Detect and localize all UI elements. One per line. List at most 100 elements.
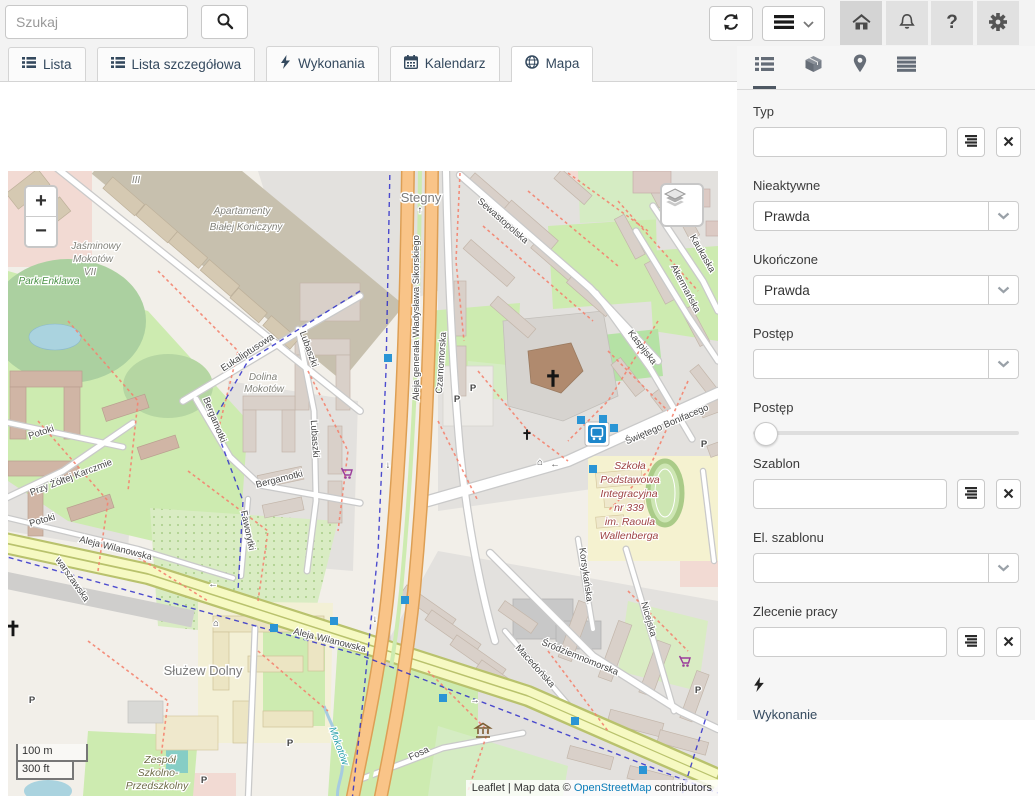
typ-clear-button[interactable] (996, 127, 1021, 157)
application-window: ? Lista Lista szczegółowa Wykonania (0, 0, 1035, 720)
field-ukonczone: Ukończone Prawda (753, 252, 1019, 305)
bell-button[interactable] (886, 1, 928, 45)
tab-content-panel: ⌂⌂PPPPPPP↑↓←←→↓↑ StegnySłużew DolnyIIIAp… (0, 83, 737, 720)
sidebar-tab-details[interactable] (895, 46, 918, 89)
svg-text:Szkoła: Szkoła (614, 460, 646, 472)
field-label: Nieaktywne (753, 178, 1019, 193)
sidebar-tab-package[interactable] (802, 46, 825, 89)
svg-text:Białej Koniczyny: Białej Koniczyny (210, 222, 284, 233)
svg-text:P: P (470, 383, 477, 394)
refresh-button[interactable] (709, 6, 753, 41)
list-icon (22, 56, 36, 72)
zoom-out-button[interactable]: − (26, 217, 56, 246)
lookup-list-icon (964, 487, 978, 502)
szablon-input[interactable] (753, 479, 947, 509)
select-value: Prawda (764, 209, 810, 224)
chevron-down-icon (988, 554, 1018, 582)
filter-sidebar: Typ Nieaktywne Prawda Ukończone Prawda (737, 46, 1035, 720)
search-input[interactable] (5, 5, 188, 39)
szablon-lookup-button[interactable] (957, 479, 985, 509)
map-graphics: ⌂⌂PPPPPPP↑↓←←→↓↑ StegnySłużew DolnyIIIAp… (8, 171, 718, 796)
zlecenie-pracy-lookup-button[interactable] (957, 627, 985, 657)
svg-text:P: P (454, 394, 461, 405)
typ-lookup-button[interactable] (957, 127, 985, 157)
sidebar-tabs (737, 46, 1035, 90)
zlecenie-pracy-input[interactable] (753, 627, 947, 657)
search-button[interactable] (201, 5, 248, 39)
tab-lista[interactable]: Lista (8, 47, 86, 81)
svg-text:P: P (701, 439, 708, 450)
chevron-down-icon (988, 202, 1018, 230)
tab-lista-szczegolowa[interactable]: Lista szczegółowa (97, 47, 256, 81)
field-el-szablonu: El. szablonu (753, 530, 1019, 583)
field-label: Ukończone (753, 252, 1019, 267)
lightning-icon (280, 55, 291, 72)
svg-text:⌂: ⌂ (213, 618, 219, 629)
postep-slider-handle[interactable] (754, 422, 778, 446)
map-canvas[interactable]: ⌂⌂PPPPPPP↑↓←←→↓↑ StegnySłużew DolnyIIIAp… (8, 171, 718, 796)
svg-text:⌂: ⌂ (537, 457, 543, 468)
field-postep-slider: Postęp (753, 400, 1019, 435)
scale-control: 100 m 300 ft (16, 744, 88, 780)
sidebar-tab-list[interactable] (753, 46, 776, 89)
field-label: Szablon (753, 456, 1019, 471)
svg-text:↑: ↑ (418, 205, 423, 216)
openstreetmap-link[interactable]: OpenStreetMap (574, 782, 652, 794)
scale-imperial: 300 ft (16, 762, 74, 780)
ukonczone-select[interactable]: Prawda (753, 275, 1019, 305)
svg-text:→: → (470, 695, 480, 706)
postep-slider-track[interactable] (753, 431, 1019, 435)
home-button[interactable] (840, 1, 882, 45)
chevron-down-icon (988, 276, 1018, 304)
tab-label: Lista (43, 57, 72, 72)
svg-text:P: P (695, 685, 702, 696)
lookup-list-icon (964, 135, 978, 150)
field-zlecenie-pracy: Zlecenie pracy (753, 604, 1019, 657)
svg-text:Podstawowa: Podstawowa (600, 474, 660, 486)
nieaktywne-select[interactable]: Prawda (753, 201, 1019, 231)
el-szablonu-select[interactable] (753, 553, 1019, 583)
scale-metric: 100 m (16, 744, 88, 762)
svg-text:nr 339: nr 339 (614, 502, 644, 514)
tab-label: Kalendarz (425, 56, 486, 71)
field-postep-select: Postęp (753, 326, 1019, 379)
main-menu-button[interactable] (762, 6, 825, 41)
typ-input[interactable] (753, 127, 947, 157)
chevron-down-icon (988, 350, 1018, 378)
field-label: Zlecenie pracy (753, 604, 1019, 619)
help-button[interactable]: ? (931, 1, 973, 45)
list-icon (111, 56, 125, 72)
svg-text:Mokotów: Mokotów (73, 254, 114, 265)
chevron-down-icon (803, 16, 814, 31)
szablon-clear-button[interactable] (996, 479, 1021, 509)
svg-text:Szkolno-: Szkolno- (138, 767, 179, 779)
settings-button[interactable] (977, 1, 1019, 45)
tab-label: Wykonania (298, 56, 365, 71)
svg-text:Przedszkolny: Przedszkolny (126, 780, 189, 792)
svg-text:P: P (287, 738, 294, 749)
rows-icon (897, 56, 916, 77)
svg-text:VII: VII (84, 267, 96, 278)
zoom-in-button[interactable]: + (26, 187, 56, 217)
svg-text:Służew Dolny: Służew Dolny (164, 663, 243, 678)
field-label: Postęp (753, 326, 1019, 341)
hamburger-menu-icon (774, 14, 794, 33)
svg-text:←: ← (208, 579, 218, 590)
sidebar-tab-location[interactable] (851, 46, 869, 89)
map-attribution: Leaflet | Map data © OpenStreetMap contr… (466, 780, 718, 796)
gear-icon (988, 12, 1008, 35)
field-typ: Typ (753, 104, 1019, 157)
field-label: Postęp (753, 400, 1019, 415)
postep-select[interactable] (753, 349, 1019, 379)
svg-text:Park Enklawa: Park Enklawa (18, 276, 80, 287)
zlecenie-pracy-clear-button[interactable] (996, 627, 1021, 657)
lookup-list-icon (964, 635, 978, 650)
layers-control[interactable] (660, 183, 704, 227)
attribution-text: Leaflet | Map data © (472, 782, 574, 794)
section-wykonanie: Wykonanie (753, 677, 1019, 722)
tab-wykonania[interactable]: Wykonania (266, 46, 379, 81)
refresh-icon (721, 12, 741, 35)
tab-kalendarz[interactable]: Kalendarz (390, 46, 500, 81)
tab-mapa[interactable]: Mapa (511, 46, 594, 82)
field-szablon: Szablon (753, 456, 1019, 509)
